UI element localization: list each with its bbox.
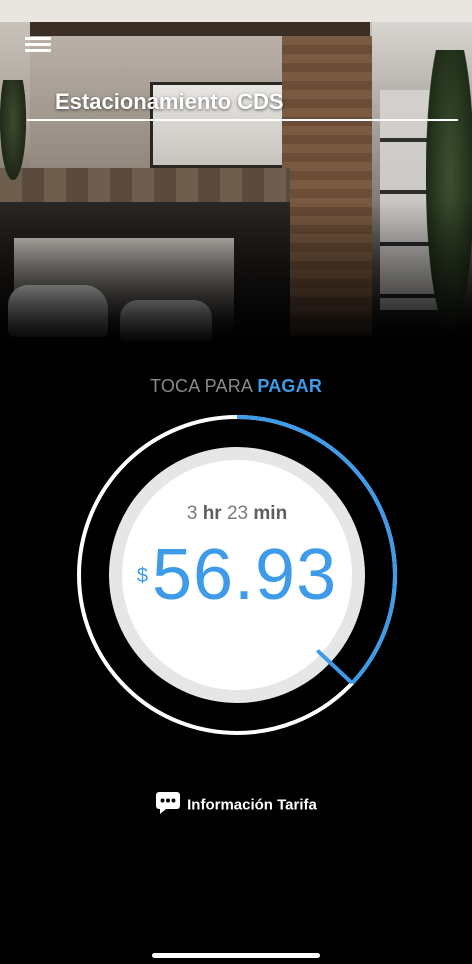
hamburger-menu-icon[interactable]	[25, 34, 53, 56]
rate-info-link[interactable]: Información Tarifa	[0, 791, 472, 817]
home-indicator[interactable]	[152, 953, 320, 958]
elapsed-hours: 3	[186, 503, 198, 524]
title-divider	[27, 119, 458, 121]
elapsed-time: 3 hr 23 min	[76, 503, 398, 525]
pay-prompt-prefix: TOCA PARA	[149, 376, 258, 396]
minutes-unit: min	[253, 503, 288, 524]
rate-info-label: Información Tarifa	[187, 796, 317, 814]
parking-screen: Estacionamiento CDS TOCA PARA PAGAR 3 hr…	[0, 0, 472, 964]
header-background-photo	[0, 0, 472, 345]
amount-value: 56.93	[151, 535, 338, 615]
hours-unit: hr	[202, 503, 222, 524]
elapsed-minutes: 23	[226, 503, 249, 524]
chat-bubble-icon	[155, 791, 181, 815]
currency-symbol: $	[136, 565, 148, 587]
pay-prompt[interactable]: TOCA PARA PAGAR	[0, 376, 472, 397]
page-title: Estacionamiento CDS	[55, 89, 284, 114]
pay-prompt-action: PAGAR	[257, 376, 323, 396]
amount-due: $56.93	[76, 535, 398, 615]
